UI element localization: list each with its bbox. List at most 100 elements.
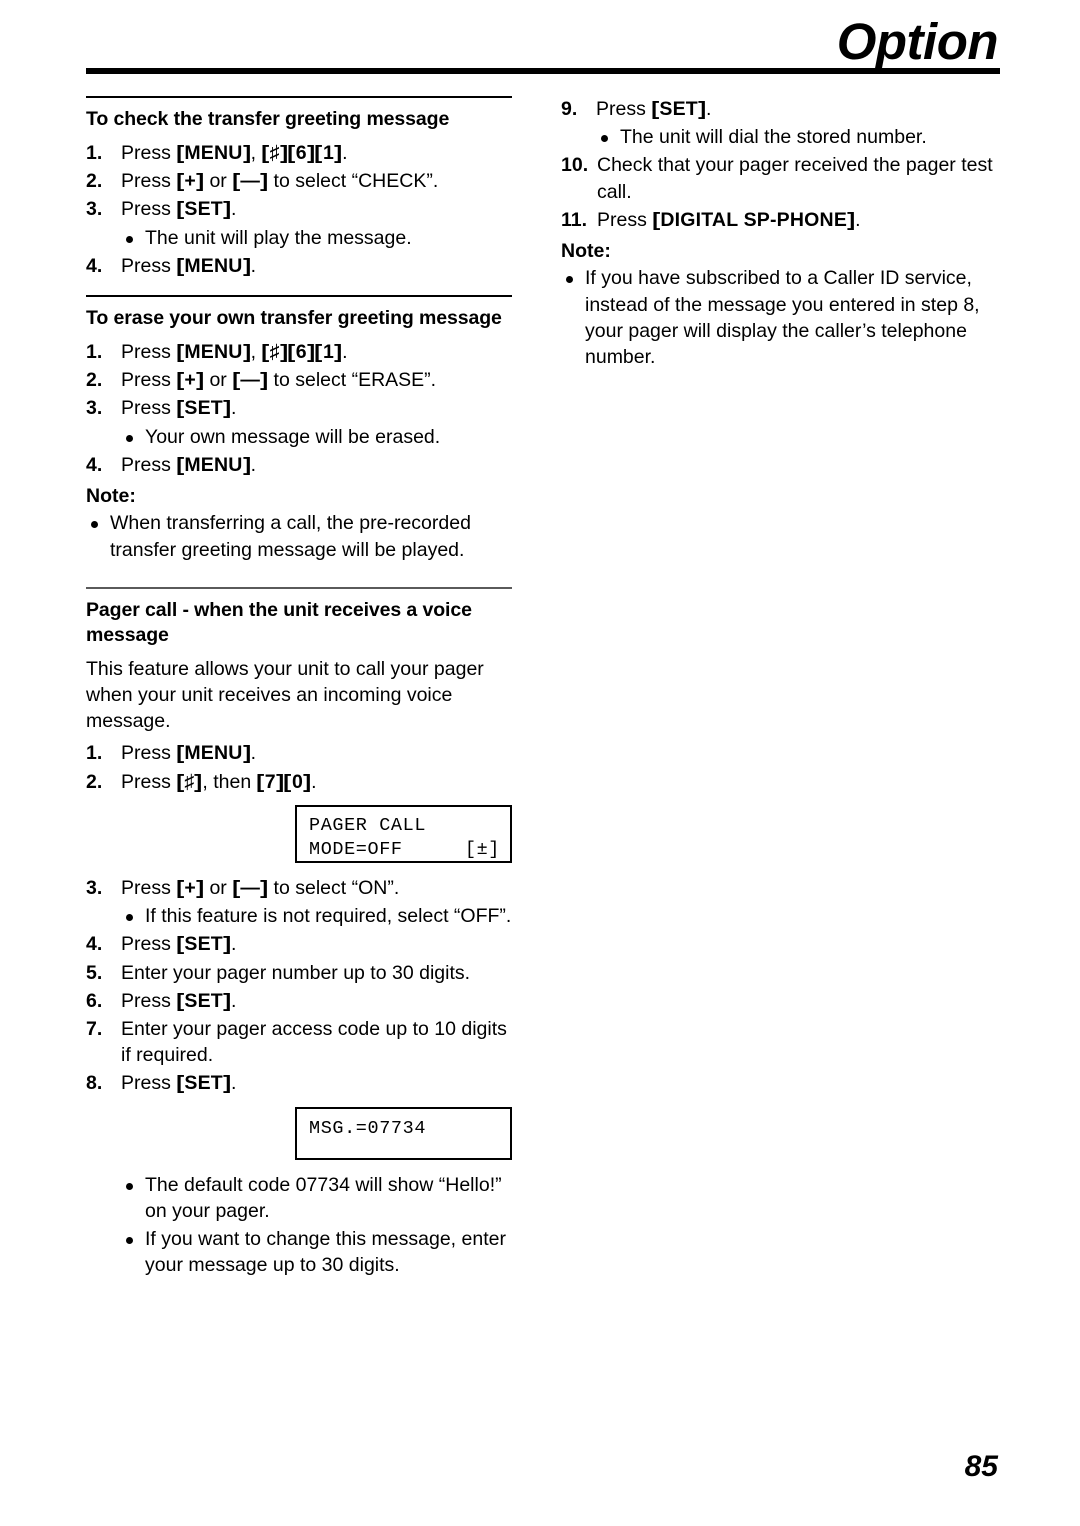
step-item: 2. Press [+] or [—] to select “ERASE”.	[86, 367, 512, 393]
step-number: 2.	[86, 170, 103, 193]
key-0: [0]	[283, 770, 312, 793]
key-set: [SET]	[175, 397, 232, 420]
step-text: Press	[121, 742, 177, 765]
bullet-item: The unit will play the message.	[121, 225, 512, 251]
step-item: 3. Press [+] or [—] to select “ON”.	[86, 875, 512, 901]
key-hash: [♯]	[261, 341, 288, 363]
step-period: .	[230, 933, 237, 956]
step-period: .	[230, 397, 237, 420]
key-menu: [MENU]	[175, 141, 251, 164]
lcd-line: MSG.=07734	[309, 1117, 510, 1141]
step-number: 1.	[86, 141, 103, 164]
step-number: 2.	[86, 369, 103, 392]
bullet-item: The default code 07734 will show “Hello!…	[121, 1172, 512, 1224]
step-or: or	[204, 876, 233, 899]
lcd-line: PAGER CALL	[309, 814, 510, 838]
step-item: 9. Press [SET].	[561, 96, 1001, 122]
note-label: Note:	[86, 485, 136, 508]
page-number: 85	[964, 1450, 998, 1483]
bullet-item: Your own message will be erased.	[121, 424, 512, 450]
key-set: [SET]	[650, 98, 707, 120]
step-item: 3. Press [SET].	[86, 196, 512, 222]
step-period: .	[250, 254, 257, 277]
bullet-item: If this feature is not required, select …	[121, 903, 512, 929]
step-text: Press	[121, 1072, 177, 1095]
step-mid: , then	[202, 770, 257, 793]
step-item: 1. Press [MENU], [♯][6][1].	[86, 140, 512, 166]
step-period: .	[342, 141, 348, 164]
step-number: 11.	[561, 208, 588, 231]
heading-pager-call: Pager call - when the unit receives a vo…	[86, 598, 472, 646]
intro-paragraph: This feature allows your unit to call yo…	[86, 657, 484, 733]
key-set: [SET]	[175, 933, 232, 956]
step-text: Check that your pager received the pager…	[597, 154, 993, 203]
step-text: Press	[121, 989, 177, 1012]
step-item: 2. Press [♯], then [7][0].	[86, 769, 512, 795]
section-divider	[86, 586, 512, 589]
left-column: To check the transfer greeting message 1…	[86, 96, 512, 1281]
key-6: [6]	[287, 341, 316, 363]
step-number: 6.	[86, 989, 103, 1012]
step-text: Press	[597, 208, 653, 231]
section-divider	[86, 295, 512, 298]
step-text: Press	[121, 397, 177, 420]
step-item: 8. Press [SET].	[86, 1070, 512, 1096]
header-divider	[86, 68, 1000, 74]
key-plus: [+]	[175, 369, 205, 392]
key-digital-sp-phone: [DIGITAL SP-PHONE]	[651, 208, 856, 231]
step-item: 10. Check that your pager received the pa…	[561, 152, 1001, 204]
step-period: .	[230, 989, 237, 1012]
note-label: Note:	[561, 240, 611, 263]
step-text: Press	[121, 141, 177, 164]
lcd-text: MSG.=07734	[309, 1117, 427, 1139]
heading-erase-transfer-greeting: To erase your own transfer greeting mess…	[86, 307, 502, 330]
step-text: Press	[121, 876, 177, 899]
step-comma: ,	[250, 341, 262, 363]
lcd-line: MODE=OFF [±]	[309, 838, 510, 862]
step-tail: to select “ON”.	[268, 876, 400, 899]
step-item: 6. Press [SET].	[86, 988, 512, 1014]
page-header: Option	[0, 0, 1080, 80]
step-item: 1. Press [MENU], [♯][6][1].	[86, 339, 512, 365]
step-text: Press	[121, 254, 177, 277]
lcd-display-pager-call: PAGER CALL MODE=OFF [±]	[295, 804, 512, 863]
step-or: or	[204, 170, 233, 193]
step-period: .	[230, 1072, 237, 1095]
step-number: 3.	[86, 876, 103, 899]
step-number: 4.	[86, 453, 103, 476]
key-menu: [MENU]	[175, 341, 251, 363]
step-item: 2. Press [+] or [—] to select “CHECK”.	[86, 168, 512, 194]
step-period: .	[311, 770, 317, 793]
step-number: 5.	[86, 961, 103, 984]
key-hash: [♯]	[175, 770, 203, 793]
step-period: .	[855, 208, 861, 231]
step-text: Press	[121, 198, 177, 221]
key-plus: [+]	[175, 170, 205, 193]
step-item: 3. Press [SET].	[86, 395, 512, 421]
key-6: [6]	[287, 141, 316, 164]
step-item: 4. Press [SET].	[86, 931, 512, 957]
page-title: Option	[836, 13, 999, 70]
note-bullet: When transferring a call, the pre-record…	[86, 510, 512, 562]
key-1: [1]	[314, 141, 343, 164]
step-text: Press	[121, 369, 177, 392]
key-minus: [—]	[231, 170, 269, 193]
step-text: Press	[121, 770, 177, 793]
step-or: or	[204, 369, 233, 392]
lcd-text: PAGER CALL	[309, 814, 427, 836]
step-text: Press	[596, 98, 652, 120]
step-number: 4.	[86, 254, 103, 277]
key-set: [SET]	[175, 989, 232, 1012]
heading-check-transfer-greeting: To check the transfer greeting message	[86, 108, 450, 130]
step-number: 4.	[86, 933, 103, 956]
key-menu: [MENU]	[175, 742, 251, 765]
step-period: .	[342, 341, 348, 363]
step-number: 1.	[86, 341, 103, 363]
step-item: 11. Press [DIGITAL SP-PHONE].	[561, 207, 1001, 233]
key-set: [SET]	[175, 198, 232, 221]
step-period: .	[250, 742, 257, 765]
lcd-text: MODE=OFF	[309, 838, 403, 860]
step-item: 5. Enter your pager number up to 30 digit…	[86, 960, 512, 986]
step-number: 8.	[86, 1072, 103, 1095]
